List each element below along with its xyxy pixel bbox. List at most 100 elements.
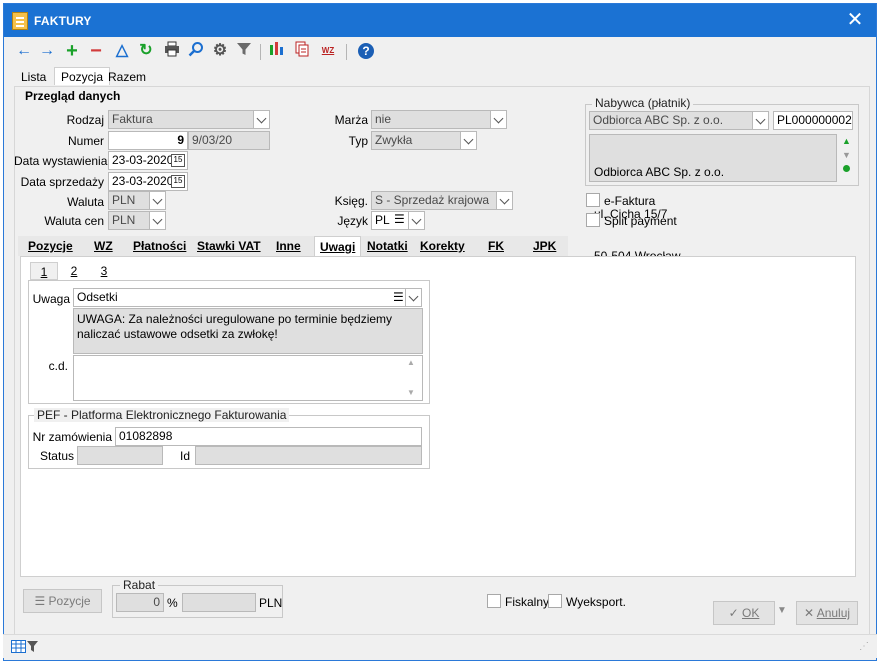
tab-platnosci[interactable]: Płatności bbox=[133, 239, 186, 253]
arrow-left-icon[interactable]: ← bbox=[14, 41, 34, 61]
pozycje-button[interactable]: ☰ Pozycje bbox=[23, 589, 102, 613]
tab-page-3[interactable]: 3 bbox=[90, 262, 118, 280]
nabywca-title: Nabywca (płatnik) bbox=[592, 96, 694, 110]
status-bar: ⋰ bbox=[3, 634, 877, 658]
fiskalny-checkbox[interactable] bbox=[487, 594, 501, 608]
anuluj-button[interactable]: ✕ Anuluj bbox=[796, 601, 858, 625]
tab-page-1[interactable]: 1 bbox=[30, 262, 58, 280]
export-icon[interactable] bbox=[268, 41, 288, 61]
scroll-down-icon[interactable]: ▼ bbox=[407, 388, 415, 397]
id-field bbox=[195, 446, 422, 465]
split-payment-label: Split payment bbox=[604, 214, 677, 228]
tab-inne[interactable]: Inne bbox=[276, 239, 301, 253]
filter-icon[interactable] bbox=[234, 41, 254, 61]
numer-label: Numer bbox=[67, 134, 104, 148]
ok-dropdown-icon[interactable]: ▼ bbox=[777, 605, 787, 616]
waluta-cen-dropdown-icon[interactable] bbox=[149, 211, 166, 230]
sub-tabs-bar: Pozycje WZ Płatności Stawki VAT Inne Uwa… bbox=[18, 236, 568, 256]
window-title: FAKTURY bbox=[34, 14, 92, 28]
nabywca-nip-field[interactable]: PL0000000022 bbox=[773, 111, 853, 130]
rodzaj-label: Rodzaj bbox=[66, 113, 104, 127]
toolbar: ← → + − △ ↻ ⚙ WZ ? bbox=[4, 37, 876, 67]
search-icon[interactable] bbox=[186, 41, 206, 61]
rodzaj-field[interactable]: Faktura bbox=[108, 110, 254, 129]
cd-text[interactable] bbox=[73, 355, 423, 401]
pozycje-label: Pozycje bbox=[48, 594, 91, 608]
cd-label: c.d. bbox=[48, 359, 68, 373]
scroll-up-icon[interactable]: ▲ bbox=[407, 358, 415, 367]
calendar-icon[interactable]: 15 bbox=[171, 175, 185, 188]
split-payment-checkbox[interactable] bbox=[586, 213, 600, 227]
invoice-app-icon bbox=[12, 12, 28, 30]
arrow-right-icon[interactable]: → bbox=[37, 41, 57, 61]
title-bar: FAKTURY ✕ bbox=[4, 4, 876, 37]
list-icon: ☰ bbox=[34, 594, 49, 608]
anuluj-label: Anuluj bbox=[816, 606, 851, 620]
nr-zamowienia-field[interactable]: 01082898 bbox=[115, 427, 422, 446]
ksieg-label: Księg. bbox=[334, 194, 368, 208]
typ-field[interactable]: Zwykła bbox=[371, 131, 461, 150]
tab-korekty[interactable]: Korekty bbox=[420, 239, 465, 253]
ok-label: OK bbox=[742, 606, 760, 620]
list-icon[interactable]: ☰ bbox=[393, 290, 404, 304]
rodzaj-dropdown-icon[interactable] bbox=[253, 110, 270, 129]
numer-suffix: 9/03/20 bbox=[188, 131, 270, 150]
grid-filter-icon[interactable] bbox=[11, 639, 39, 658]
list-icon[interactable]: ☰ bbox=[394, 212, 405, 226]
nabywca-dropdown-icon[interactable] bbox=[752, 111, 769, 130]
tab-uwagi[interactable]: Uwagi bbox=[314, 236, 362, 256]
triangle-icon[interactable]: △ bbox=[112, 41, 132, 61]
plus-icon[interactable]: + bbox=[62, 41, 82, 61]
resize-grip-icon[interactable]: ⋰ bbox=[859, 641, 869, 652]
nabywca-address: Odbiorca ABC Sp. z o.o. ul. Cicha 15/7 5… bbox=[589, 134, 837, 263]
waluta-cen-field[interactable]: PLN bbox=[108, 211, 150, 230]
wyeksport-checkbox[interactable] bbox=[548, 594, 562, 608]
settings-icon[interactable]: ⚙ bbox=[210, 41, 230, 61]
minus-icon[interactable]: − bbox=[86, 41, 106, 61]
marza-dropdown-icon[interactable] bbox=[490, 110, 507, 129]
uwaga-field[interactable]: Odsetki bbox=[73, 288, 406, 307]
tab-fk[interactable]: FK bbox=[488, 239, 504, 253]
wyeksport-label: Wyeksport. bbox=[566, 595, 626, 609]
print-icon[interactable] bbox=[162, 41, 182, 61]
tab-pozycje[interactable]: Pozycje bbox=[28, 239, 73, 253]
ok-button[interactable]: ✓ OK bbox=[713, 601, 775, 625]
ksieg-dropdown-icon[interactable] bbox=[496, 191, 513, 210]
address-line: Odbiorca ABC Sp. z o.o. bbox=[594, 165, 725, 179]
rabat-percent-field[interactable]: 0 bbox=[116, 593, 164, 612]
marza-field[interactable]: nie bbox=[371, 110, 491, 129]
data-wystawienia-label: Data wystawienia bbox=[14, 154, 108, 168]
nr-zamowienia-label: Nr zamówienia bbox=[32, 430, 112, 444]
arrow-down-icon[interactable]: ▼ bbox=[842, 150, 851, 160]
e-faktura-checkbox[interactable] bbox=[586, 193, 600, 207]
uwaga-dropdown-icon[interactable] bbox=[405, 288, 422, 307]
toolbar-separator bbox=[346, 44, 347, 60]
id-label: Id bbox=[179, 449, 190, 463]
tab-page-2[interactable]: 2 bbox=[60, 262, 88, 280]
calendar-icon[interactable]: 15 bbox=[171, 154, 185, 167]
numer-field[interactable]: 9 bbox=[108, 131, 188, 150]
waluta-field[interactable]: PLN bbox=[108, 191, 150, 210]
tab-lista[interactable]: Lista bbox=[15, 68, 52, 86]
ksieg-field[interactable]: S - Sprzedaż krajowa bbox=[371, 191, 497, 210]
refresh-icon[interactable]: ↻ bbox=[136, 41, 156, 61]
tab-wz[interactable]: WZ bbox=[94, 239, 113, 253]
waluta-dropdown-icon[interactable] bbox=[149, 191, 166, 210]
help-icon[interactable]: ? bbox=[356, 41, 376, 61]
tab-notatki[interactable]: Notatki bbox=[367, 239, 408, 253]
tab-jpk[interactable]: JPK bbox=[533, 239, 556, 253]
nabywca-name-field[interactable]: Odbiorca ABC Sp. z o.o. bbox=[589, 111, 753, 130]
waluta-cen-label: Waluta cen bbox=[44, 214, 104, 228]
wz-icon[interactable]: WZ bbox=[318, 41, 338, 61]
marza-label: Marża bbox=[334, 113, 368, 127]
arrow-up-icon[interactable]: ▲ bbox=[842, 136, 851, 146]
uwaga-text[interactable]: UWAGA: Za należności uregulowane po term… bbox=[73, 308, 423, 354]
rabat-amount-field[interactable] bbox=[182, 593, 256, 612]
tab-stawki-vat[interactable]: Stawki VAT bbox=[197, 239, 261, 253]
close-button[interactable]: ✕ bbox=[844, 9, 866, 31]
status-field bbox=[77, 446, 163, 465]
copy-icon[interactable] bbox=[292, 41, 312, 61]
typ-dropdown-icon[interactable] bbox=[460, 131, 477, 150]
jezyk-dropdown-icon[interactable] bbox=[408, 211, 425, 230]
tab-razem[interactable]: Razem bbox=[102, 68, 152, 86]
